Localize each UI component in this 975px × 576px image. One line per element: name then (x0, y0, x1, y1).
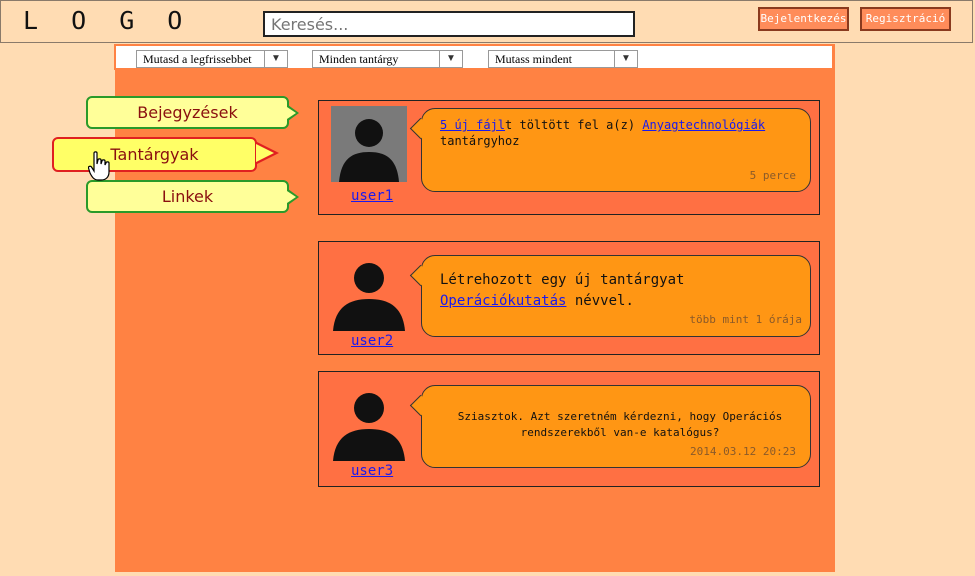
search-input[interactable] (263, 11, 635, 37)
chevron-down-icon: ▼ (614, 51, 637, 67)
sort-select[interactable]: Mutasd a legfrissebbet ▼ (136, 50, 288, 68)
show-select-value: Mutass mindent (495, 52, 572, 66)
filter-bar: Mutasd a legfrissebbet ▼ Minden tantárgy… (114, 44, 834, 70)
username-link[interactable]: user3 (351, 463, 393, 479)
post-timestamp: 2014.03.12 20:23 (690, 445, 796, 458)
post-bubble: Sziasztok. Azt szeretném kérdezni, hogy … (409, 385, 811, 468)
sidebar-item-label: Tantárgyak (110, 145, 199, 164)
post-bubble: Létrehozott egy új tantárgyat Operációku… (409, 255, 811, 337)
sidebar-item-subjects[interactable]: Tantárgyak (52, 137, 279, 172)
subject-select-value: Minden tantárgy (319, 52, 399, 66)
user-avatar-silhouette[interactable] (331, 385, 407, 461)
post-card: user3 Sziasztok. Azt szeretném kérdezni,… (318, 371, 820, 487)
sidebar-item-posts[interactable]: Bejegyzések (86, 96, 299, 129)
sidebar-item-label: Linkek (161, 187, 214, 206)
register-button[interactable]: Regisztráció (860, 7, 951, 31)
post-timestamp: 5 perce (749, 169, 796, 182)
username-link[interactable]: user1 (351, 188, 393, 204)
post-timestamp: több mint 1 órája (689, 313, 802, 326)
sidebar-item-label: Bejegyzések (137, 103, 238, 122)
site-logo[interactable]: L O G O (23, 6, 191, 35)
subject-link[interactable]: Anyagtechnológiák (642, 118, 765, 132)
subject-link[interactable]: Operációkutatás (440, 293, 566, 309)
sidebar-item-links[interactable]: Linkek (86, 180, 299, 213)
post-text: Sziasztok. Azt szeretném kérdezni, hogy … (457, 410, 783, 439)
chevron-down-icon: ▼ (264, 51, 287, 67)
sort-select-value: Mutasd a legfrissebbet (143, 52, 252, 66)
header-bar: L O G O Bejelentkezés Regisztráció (0, 0, 973, 43)
login-button[interactable]: Bejelentkezés (758, 7, 849, 31)
post-bubble: 5 új fájlt töltött fel a(z) Anyagtechnol… (409, 108, 811, 192)
post-card: user2 Létrehozott egy új tantárgyat Oper… (318, 241, 820, 355)
user-avatar-photo[interactable] (331, 106, 407, 182)
post-text: 5 új fájlt töltött fel a(z) Anyagtechnol… (440, 118, 766, 148)
username-link[interactable]: user2 (351, 333, 393, 349)
chevron-down-icon: ▼ (439, 51, 462, 67)
files-link[interactable]: 5 új fájl (440, 118, 505, 132)
hand-cursor-icon (88, 151, 110, 181)
show-select[interactable]: Mutass mindent ▼ (488, 50, 638, 68)
subject-select[interactable]: Minden tantárgy ▼ (312, 50, 463, 68)
post-card: user1 5 új fájlt töltött fel a(z) Anyagt… (318, 100, 820, 215)
user-avatar-silhouette[interactable] (331, 255, 407, 331)
post-text: Létrehozott egy új tantárgyat Operációku… (440, 272, 685, 309)
